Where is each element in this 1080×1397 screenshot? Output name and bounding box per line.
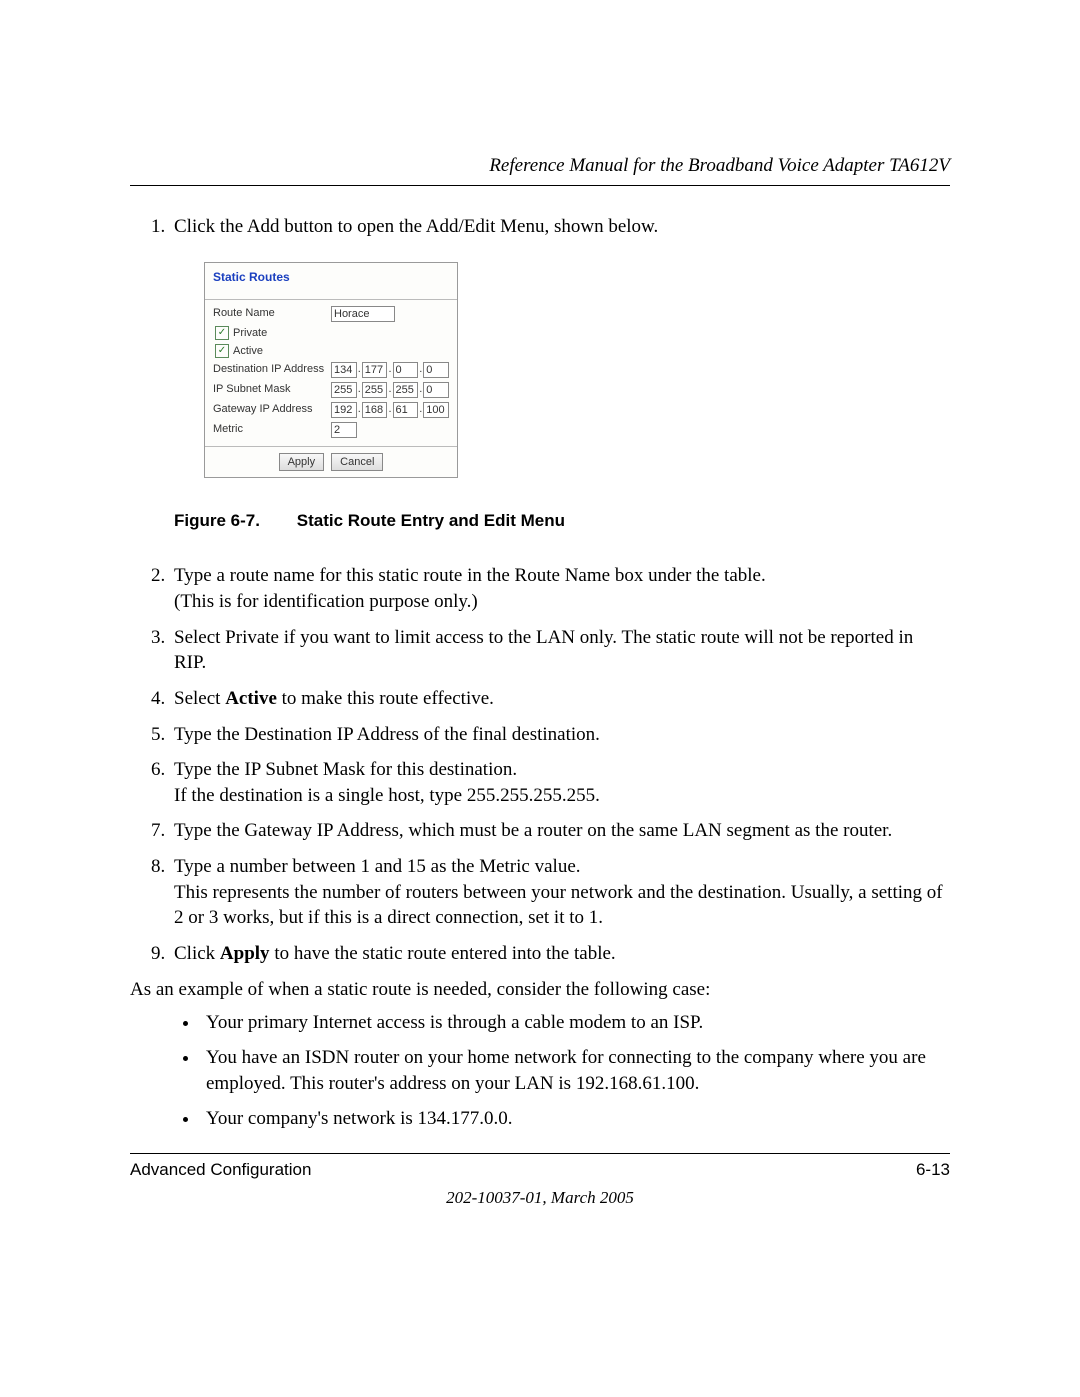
figure-title: Static Route Entry and Edit Menu [297,511,565,530]
step-text: Type a route name for this static route … [174,565,766,586]
mask-oct3[interactable]: 255 [393,382,419,398]
private-checkbox[interactable]: ✓ [215,326,229,340]
step-text: Type the IP Subnet Mask for this destina… [174,759,517,780]
apply-button[interactable]: Apply [279,453,325,472]
private-label: Private [233,326,267,341]
route-name-label: Route Name [213,306,331,321]
bullet-item: Your primary Internet access is through … [200,1010,950,1037]
instruction-list: Click the Add button to open the Add/Edi… [130,214,950,967]
gateway-label: Gateway IP Address [213,402,331,417]
metric-input[interactable]: 2 [331,422,357,438]
step-bold: Apply [220,943,270,964]
footer-section: Advanced Configuration [130,1160,311,1180]
step-4: Select Active to make this route effecti… [170,686,950,712]
step-text: If the destination is a single host, typ… [174,785,600,806]
example-bullets: Your primary Internet access is through … [130,1010,950,1132]
gw-oct3[interactable]: 61 [393,402,419,418]
static-routes-panel: Static Routes Route Name Horace ✓ Privat… [204,262,458,479]
figure-screenshot: Static Routes Route Name Horace ✓ Privat… [204,262,950,479]
step-text: Type the Gateway IP Address, which must … [174,820,892,841]
step-text: Type a number between 1 and 15 as the Me… [174,856,581,877]
active-checkbox[interactable]: ✓ [215,344,229,358]
dest-ip-oct4[interactable]: 0 [423,362,449,378]
dest-ip-label: Destination IP Address [213,362,331,377]
step-text: Click [174,943,220,964]
dest-ip-oct2[interactable]: 177 [362,362,388,378]
step-9: Click Apply to have the static route ent… [170,941,950,967]
example-intro: As an example of when a static route is … [130,977,950,1003]
document-page: Reference Manual for the Broadband Voice… [0,0,1080,1397]
step-text: Click the Add button to open the Add/Edi… [174,216,658,237]
gw-oct4[interactable]: 100 [423,402,449,418]
figure-number: Figure 6-7. [174,510,292,533]
mask-oct1[interactable]: 255 [331,382,357,398]
bullet-item: Your company's network is 134.177.0.0. [200,1106,950,1133]
step-1: Click the Add button to open the Add/Edi… [170,214,950,533]
mask-oct4[interactable]: 0 [423,382,449,398]
gw-oct1[interactable]: 192 [331,402,357,418]
bullet-item: You have an ISDN router on your home net… [200,1045,950,1098]
step-bold: Active [225,688,277,709]
step-text: (This is for identification purpose only… [174,591,478,612]
step-text: This represents the number of routers be… [174,882,943,929]
step-6: Type the IP Subnet Mask for this destina… [170,757,950,808]
step-3: Select Private if you want to limit acce… [170,625,950,676]
step-2: Type a route name for this static route … [170,563,950,614]
step-7: Type the Gateway IP Address, which must … [170,818,950,844]
step-text: to make this route effective. [277,688,494,709]
footer-page-number: 6-13 [916,1160,950,1180]
route-name-input[interactable]: Horace [331,306,395,322]
step-text: Select [174,688,225,709]
subnet-label: IP Subnet Mask [213,382,331,397]
metric-label: Metric [213,422,331,437]
running-header: Reference Manual for the Broadband Voice… [130,155,950,186]
mask-oct2[interactable]: 255 [362,382,388,398]
step-8: Type a number between 1 and 15 as the Me… [170,854,950,931]
gw-oct2[interactable]: 168 [362,402,388,418]
dest-ip-oct3[interactable]: 0 [393,362,419,378]
cancel-button[interactable]: Cancel [331,453,383,472]
figure-caption: Figure 6-7. Static Route Entry and Edit … [174,510,950,533]
panel-title: Static Routes [205,263,457,300]
step-text: Type the Destination IP Address of the f… [174,724,600,745]
active-label: Active [233,344,263,359]
footer-docnum: 202-10037-01, March 2005 [130,1188,950,1208]
page-footer: Advanced Configuration 6-13 [130,1153,950,1180]
step-text: to have the static route entered into th… [270,943,616,964]
step-text: Select Private if you want to limit acce… [174,627,913,674]
dest-ip-oct1[interactable]: 134 [331,362,357,378]
step-5: Type the Destination IP Address of the f… [170,722,950,748]
